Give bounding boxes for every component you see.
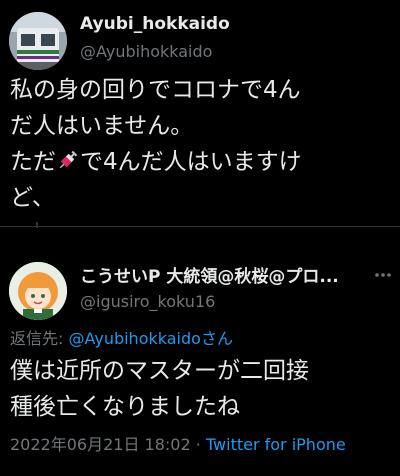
reply-to-mention[interactable]: @Ayubihokkaido bbox=[68, 329, 200, 348]
anime-character-avatar-image bbox=[9, 262, 67, 320]
tweet-text-line: ど、 bbox=[10, 185, 55, 211]
tweet-text-line: だ人はいません。 bbox=[10, 113, 194, 139]
reply-to-suffix: さん bbox=[200, 329, 233, 348]
reply-author-handle[interactable]: @igusiro_koku16 bbox=[80, 292, 215, 311]
tweet-divider bbox=[0, 226, 400, 227]
anime-character-avatar[interactable] bbox=[9, 262, 67, 320]
tweet-text-line: ただ で4んだ人はいますけ bbox=[10, 144, 395, 180]
author-name[interactable]: Ayubi_hokkaido bbox=[80, 14, 230, 34]
tweet-meta: 2022年06月21日 18:02 · Twitter for iPhone bbox=[10, 431, 346, 455]
tweet-text-fragment: ただ bbox=[10, 149, 56, 175]
syringe-icon bbox=[59, 150, 78, 169]
train-avatar[interactable] bbox=[9, 12, 67, 70]
tweet-text-fragment: で4んだ人はいますけ bbox=[80, 149, 302, 175]
reply-to-label: 返信先: bbox=[10, 329, 69, 348]
reply-text-line: 種後亡くなりましたね bbox=[10, 394, 240, 420]
reply-text-line: 僕は近所のマスターが二回接 bbox=[10, 358, 309, 384]
timestamp[interactable]: 2022年06月21日 18:02 · bbox=[10, 435, 206, 454]
more-options-icon[interactable] bbox=[372, 264, 394, 286]
tweet-text-line: 私の身の回りでコロナで4ん bbox=[10, 77, 301, 103]
source-link[interactable]: Twitter for iPhone bbox=[206, 435, 346, 454]
parent-tweet[interactable]: Ayubi_hokkaido @Ayubihokkaido 私の身の回りでコロナ… bbox=[0, 0, 400, 222]
reply-text: 僕は近所のマスターが二回接 種後亡くなりましたね bbox=[10, 353, 395, 425]
tweet-text: 私の身の回りでコロナで4ん だ人はいません。 ただ で4んだ人はいますけ ど、 bbox=[10, 72, 395, 216]
reply-to-line: 返信先: @Ayubihokkaidoさん bbox=[10, 325, 233, 349]
reply-author-name[interactable]: こうせいP 大統領@秋桜@プロ... bbox=[80, 262, 339, 287]
thread-connector bbox=[36, 222, 38, 228]
train-avatar-image bbox=[9, 12, 67, 70]
author-handle[interactable]: @Ayubihokkaido bbox=[80, 42, 212, 61]
